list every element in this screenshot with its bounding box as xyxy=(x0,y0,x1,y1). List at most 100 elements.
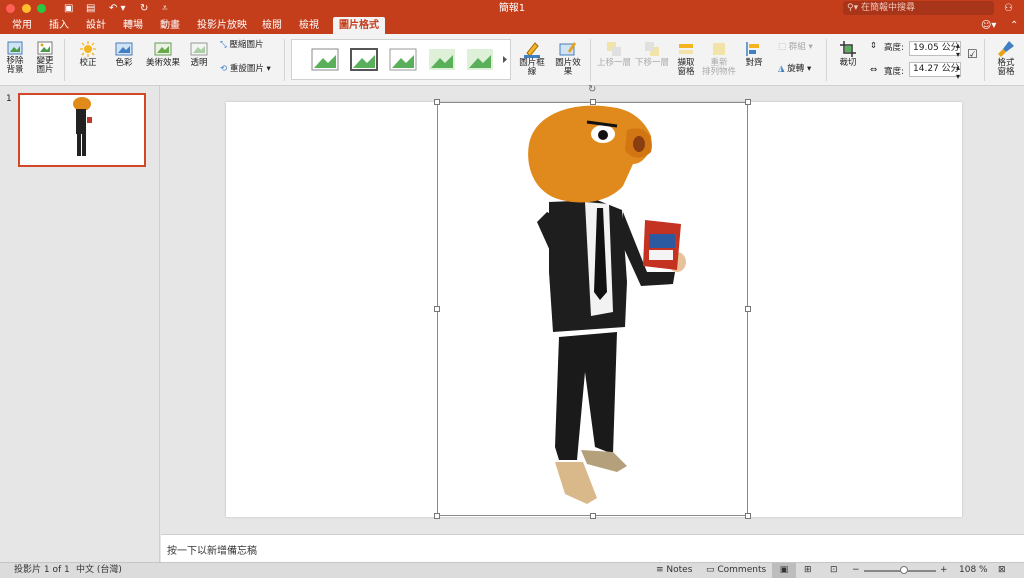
corrections-button[interactable]: 校正 xyxy=(72,40,104,68)
grid-icon: ⊞ xyxy=(804,565,812,575)
resize-handle-bottom-right[interactable] xyxy=(745,513,751,519)
smiley-icon[interactable]: ☺▾ xyxy=(981,18,996,33)
color-button[interactable]: 色彩 xyxy=(108,40,140,68)
rearrange-icon xyxy=(713,43,725,55)
pencil-icon xyxy=(524,42,540,58)
tab-animations[interactable]: 動畫 xyxy=(153,17,187,34)
picture-style-4[interactable] xyxy=(429,49,455,70)
width-icon: ⇔ xyxy=(870,65,878,75)
slide-thumbnail-1[interactable] xyxy=(18,93,146,167)
rotate-handle-icon[interactable]: ↻ xyxy=(588,84,596,95)
title-bar: ▣ ▤ ↶ ▾ ↻ ⩡ 簡報1 ⚲▾ 在簡報中搜尋 ⚇ xyxy=(0,0,1024,17)
zoom-level[interactable]: 108 % xyxy=(959,563,988,578)
send-backward-button[interactable]: 下移一層 xyxy=(634,40,670,68)
sun-icon xyxy=(80,41,96,57)
send-backward-icon xyxy=(645,42,659,56)
selection-pane-icon xyxy=(679,44,693,54)
language-indicator[interactable]: 中文 (台灣) xyxy=(76,563,122,578)
slide-sorter-view-button[interactable]: ⊞ xyxy=(804,563,812,578)
format-pane-button[interactable]: 格式 窗格 xyxy=(992,40,1020,77)
picture-border-button[interactable]: 圖片框線 xyxy=(516,40,548,77)
resize-handle-right[interactable] xyxy=(745,306,751,312)
tab-home[interactable]: 常用 xyxy=(5,17,39,34)
height-icon: ⇕ xyxy=(870,41,878,51)
search-input[interactable]: ⚲▾ 在簡報中搜尋 xyxy=(843,1,994,15)
width-field[interactable]: 14.27 公分 xyxy=(909,62,961,77)
width-stepper[interactable]: ▴ ▾ xyxy=(956,63,960,81)
share-icon[interactable]: ⚇ xyxy=(1004,1,1013,16)
height-label: 高度: xyxy=(884,43,904,53)
resize-handle-top-left[interactable] xyxy=(434,99,440,105)
picture-style-3[interactable] xyxy=(389,48,417,71)
zoom-in-button[interactable]: + xyxy=(940,563,948,578)
comments-toggle[interactable]: ▭ Comments xyxy=(706,563,766,578)
tab-review[interactable]: 檢閱 xyxy=(255,17,289,34)
rotate-icon: ◮ xyxy=(778,64,788,74)
ribbon-separator xyxy=(984,39,985,81)
bring-forward-icon xyxy=(607,42,621,56)
artistic-effects-icon xyxy=(154,42,172,56)
picture-style-1[interactable] xyxy=(311,48,339,71)
zoom-slider-knob[interactable] xyxy=(899,566,908,574)
notes-placeholder: 按一下以新增備忘稿 xyxy=(167,546,257,557)
status-bar: 投影片 1 of 1 中文 (台灣) ≡ Notes ▭ Comments ▣ … xyxy=(0,562,1024,578)
selection-pane-button[interactable]: 擷取 窗格 xyxy=(674,40,698,77)
normal-view-icon: ▣ xyxy=(779,565,789,575)
ribbon: 移除 背景 變更 圖片 校正 色彩 美術效果 透明 ⤡ 壓縮圖片 ⟲ 重設圖片 ▾ xyxy=(0,34,1024,86)
change-picture-button[interactable]: 變更 圖片 xyxy=(32,40,58,75)
presenter-view-icon: ⊡ xyxy=(830,565,838,575)
ribbon-tabs: 常用 插入 設計 轉場 動畫 投影片放映 檢閱 檢視 圖片格式 ☺▾ ⌃ xyxy=(0,17,1024,34)
tab-view[interactable]: 檢視 xyxy=(292,17,326,34)
resize-handle-left[interactable] xyxy=(434,306,440,312)
tab-slideshow[interactable]: 投影片放映 xyxy=(192,17,252,34)
compress-pictures-button[interactable]: ⤡ 壓縮圖片 xyxy=(220,41,264,50)
artistic-effects-button[interactable]: 美術效果 xyxy=(144,40,182,68)
resize-handle-bottom-left[interactable] xyxy=(434,513,440,519)
tab-transitions[interactable]: 轉場 xyxy=(116,17,150,34)
ribbon-collapse-icon[interactable]: ⌃ xyxy=(1010,18,1018,33)
crop-button[interactable]: 裁切 xyxy=(834,40,862,68)
transparency-icon xyxy=(190,42,208,56)
picture-effects-icon xyxy=(559,42,576,56)
remove-background-icon xyxy=(7,41,23,55)
selection-frame xyxy=(437,102,748,516)
compress-icon: ⤡ xyxy=(220,40,230,50)
height-field[interactable]: 19.05 公分 xyxy=(909,41,961,56)
bring-forward-button[interactable]: 上移一層 xyxy=(596,40,632,68)
picture-style-5[interactable] xyxy=(467,49,493,70)
resize-handle-bottom[interactable] xyxy=(590,513,596,519)
lock-aspect-checkbox[interactable]: ☑ xyxy=(967,48,978,60)
align-button[interactable]: 對齊 xyxy=(742,40,766,68)
picture-style-thumbnails xyxy=(311,48,507,71)
width-label: 寬度: xyxy=(884,67,904,77)
resize-handle-top[interactable] xyxy=(590,99,596,105)
normal-view-button[interactable]: ▣ xyxy=(772,563,796,578)
tab-picture-format[interactable]: 圖片格式 xyxy=(333,17,385,34)
crop-icon xyxy=(840,41,856,57)
picture-effects-button[interactable]: 圖片效果 xyxy=(552,40,584,77)
paintbrush-icon xyxy=(998,41,1014,57)
resize-handle-top-right[interactable] xyxy=(745,99,751,105)
picture-style-2[interactable] xyxy=(350,48,378,71)
zoom-out-button[interactable]: − xyxy=(852,563,860,578)
notes-toggle[interactable]: ≡ Notes xyxy=(656,563,692,578)
search-icon: ⚲▾ xyxy=(847,3,861,13)
presenter-view-button[interactable]: ⊡ xyxy=(830,563,838,578)
reset-picture-button[interactable]: ⟲ 重設圖片 ▾ xyxy=(220,65,271,74)
group-button[interactable]: ⬚ 群組 ▾ xyxy=(778,43,813,52)
slide-thumbnail-image xyxy=(73,97,92,156)
transparency-button[interactable]: 透明 xyxy=(186,40,212,68)
height-stepper[interactable]: ▴ ▾ xyxy=(956,41,960,59)
notes-pane[interactable]: 按一下以新增備忘稿 xyxy=(161,534,1024,562)
ribbon-separator xyxy=(284,39,285,81)
fit-to-window-icon[interactable]: ⊠ xyxy=(998,563,1006,578)
rotate-button[interactable]: ◮ 旋轉 ▾ xyxy=(778,65,811,74)
rearrange-objects-button[interactable]: 重新 排列物件 xyxy=(702,40,736,77)
gallery-expand-icon[interactable] xyxy=(503,56,507,63)
tab-insert[interactable]: 插入 xyxy=(42,17,76,34)
tab-design[interactable]: 設計 xyxy=(79,17,113,34)
remove-background-button[interactable]: 移除 背景 xyxy=(4,40,26,75)
slide-thumbnail-pane: 1 xyxy=(0,86,160,562)
ribbon-separator xyxy=(590,39,591,81)
comment-icon: ▭ xyxy=(706,565,718,575)
